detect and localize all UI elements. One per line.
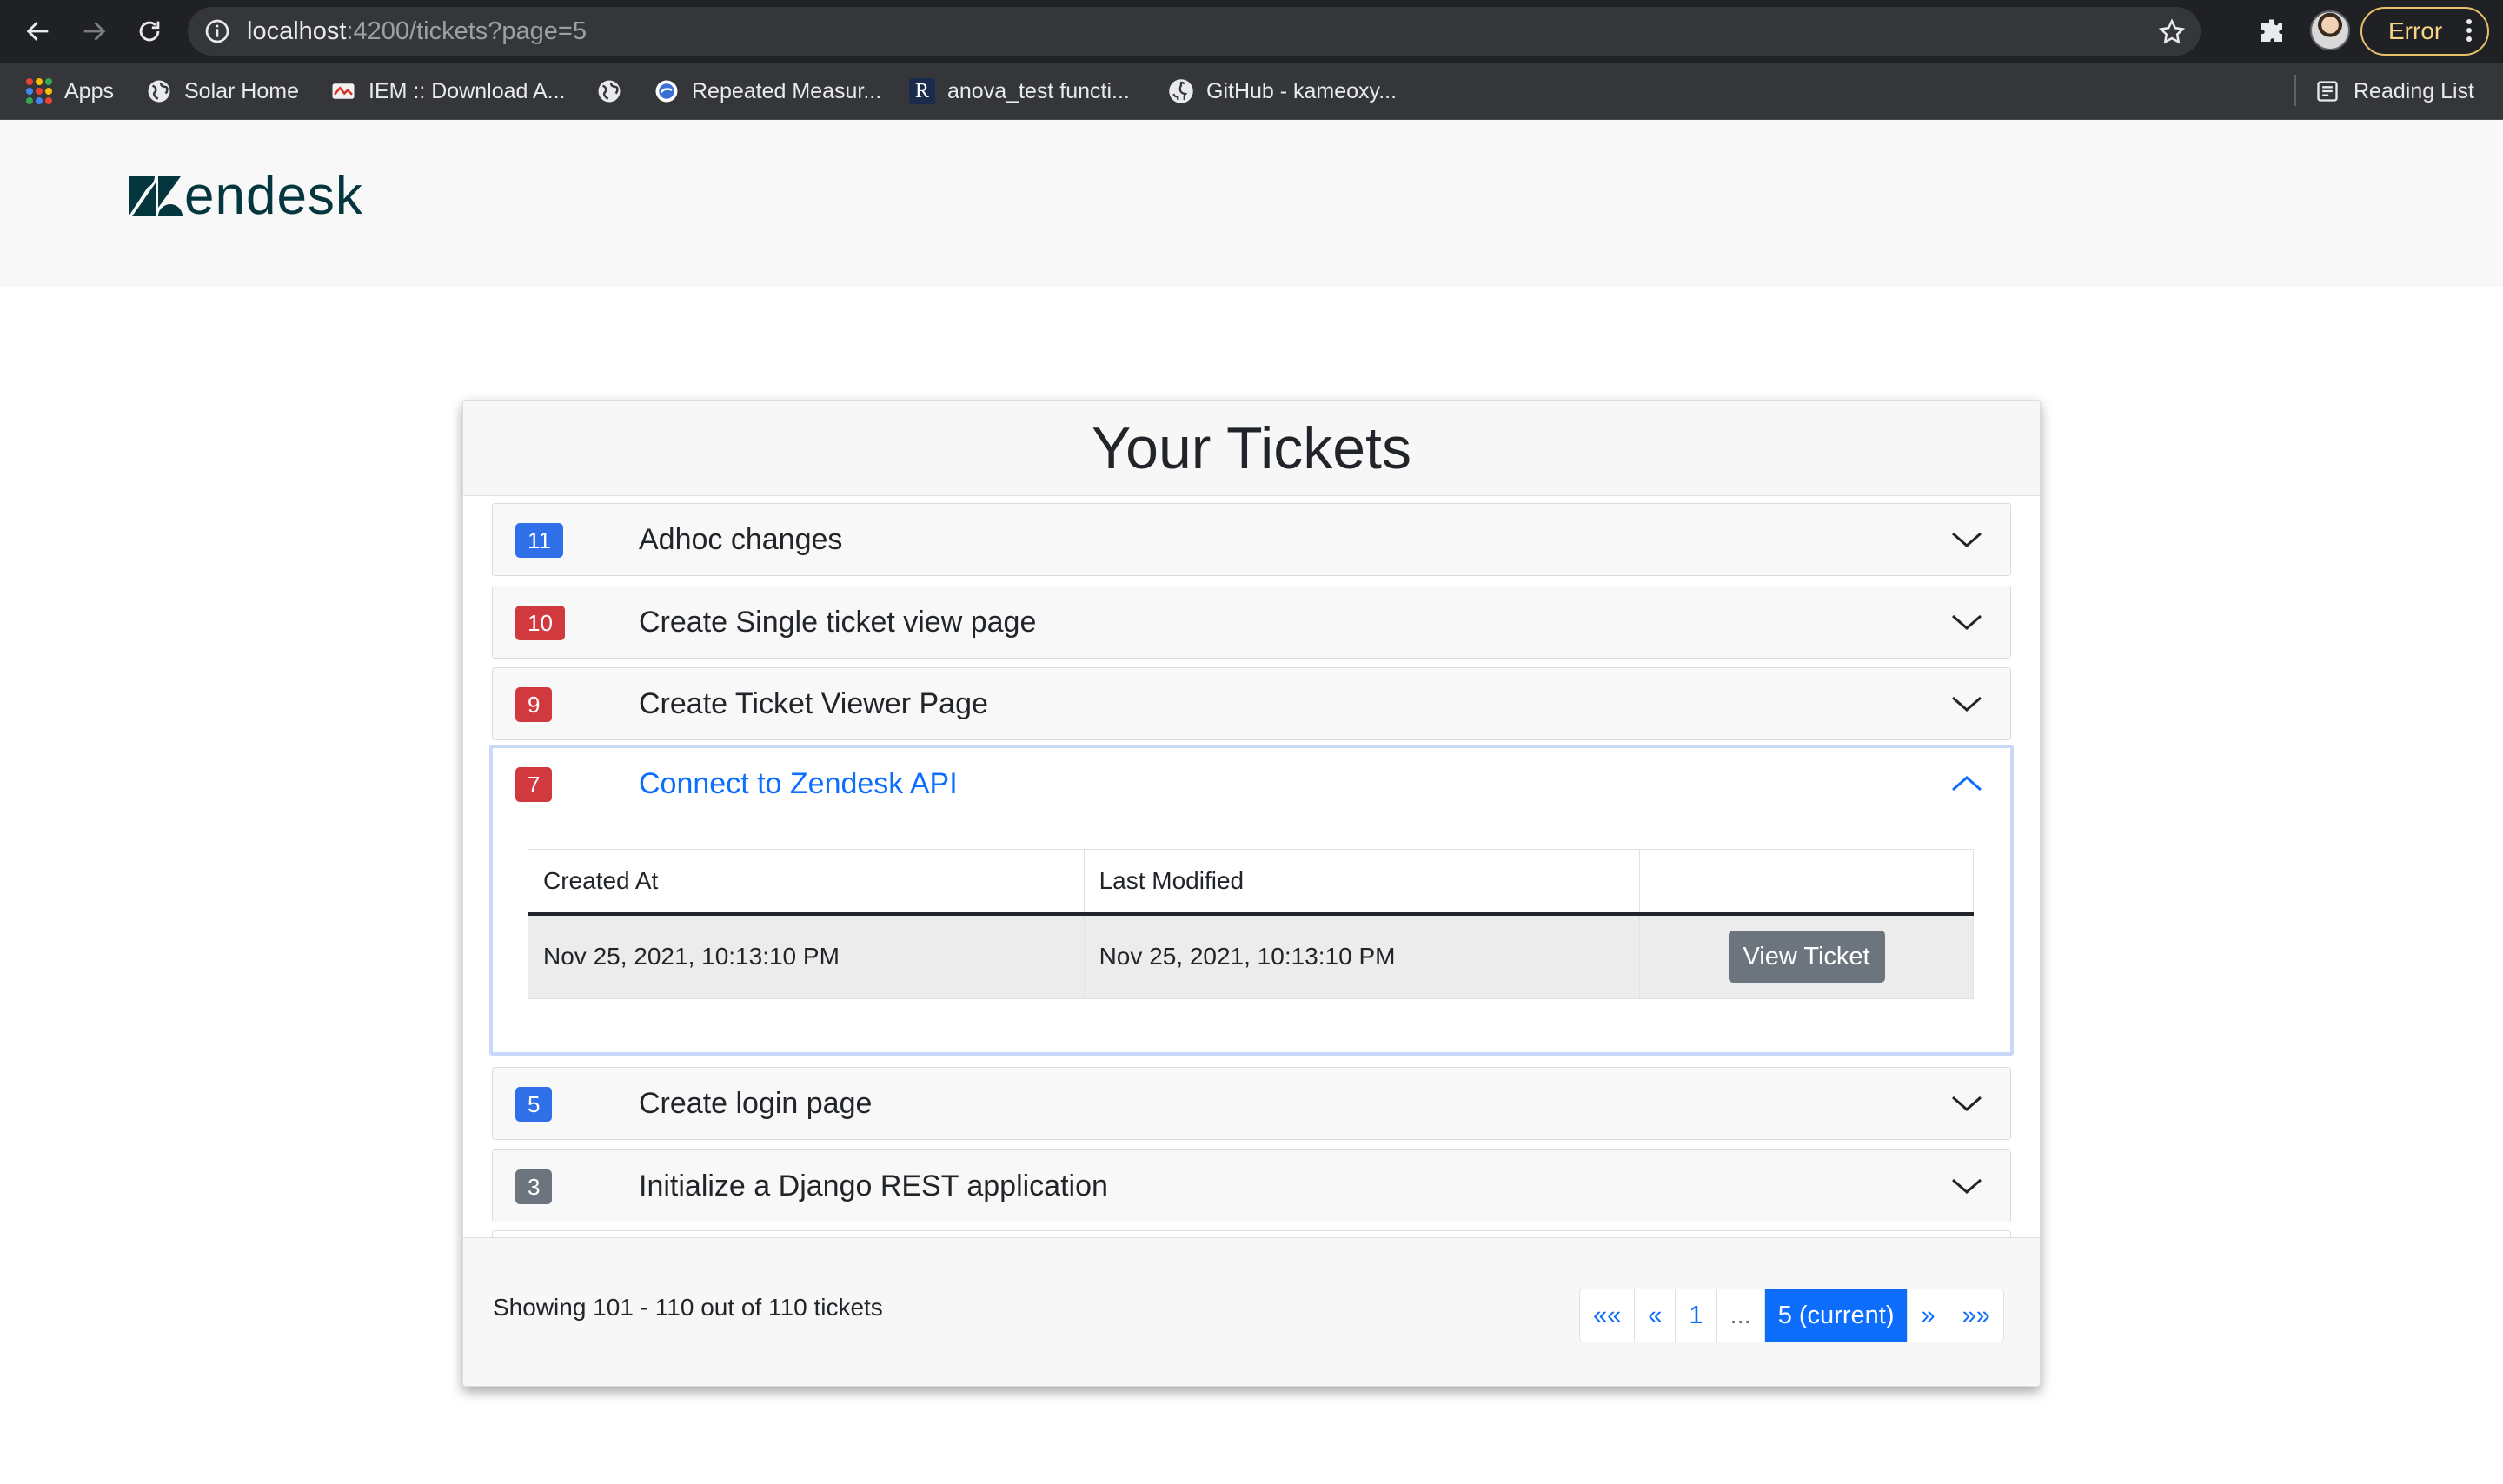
bookmark-apps[interactable]: Apps	[26, 63, 114, 120]
chevron-down-icon	[1952, 1178, 1982, 1194]
ticket-accordion-item: 3 Initialize a Django REST application	[492, 1149, 2011, 1222]
pagination: «« « 1 ... 5 (current) » »»	[1579, 1289, 2004, 1342]
ticket-id-badge: 7	[515, 767, 553, 802]
ticket-id-badge: 5	[515, 1087, 553, 1122]
ticket-subject: Create Single ticket view page	[639, 606, 1037, 639]
bookmarks-divider	[2294, 75, 2296, 106]
back-button[interactable]	[19, 12, 57, 50]
bookmark-github[interactable]: GitHub - kameoxy...	[1168, 63, 1397, 120]
ticket-accordion-item: 5 Create login page	[492, 1067, 2011, 1140]
card-footer: Showing 101 - 110 out of 110 tickets «« …	[463, 1237, 2040, 1386]
view-ticket-button[interactable]: View Ticket	[1728, 931, 1885, 984]
page-title: Your Tickets	[1092, 415, 1411, 481]
zendesk-logo[interactable]: endesk	[127, 166, 363, 226]
ticket-accordion-item: 11 Adhoc changes	[492, 503, 2011, 576]
chevron-up-icon	[1952, 776, 1982, 792]
page-current-button[interactable]: 5 (current)	[1764, 1289, 1909, 1342]
iem-favicon-icon	[332, 83, 355, 99]
last-modified-cell: Nov 25, 2021, 10:13:10 PM	[1083, 913, 1641, 999]
forward-button[interactable]	[75, 12, 113, 50]
chevron-down-icon	[1952, 696, 1982, 712]
bookmark-anova-test[interactable]: R anova_test functi...	[909, 63, 1130, 120]
bookmark-label: Solar Home	[184, 78, 299, 103]
url-text[interactable]: localhost:4200/tickets?page=5	[247, 7, 587, 56]
pagination-summary: Showing 101 - 110 out of 110 tickets	[493, 1294, 883, 1321]
profile-error-label: Error	[2388, 17, 2443, 44]
ticket-accordion-header[interactable]: 11 Adhoc changes	[493, 504, 2010, 575]
bookmark-label: anova_test functi...	[947, 78, 1130, 103]
ticket-subject: Adhoc changes	[639, 523, 843, 556]
bookmark-label: IEM :: Download A...	[368, 78, 566, 103]
ticket-accordion-header[interactable]: 9 Create Ticket Viewer Page	[493, 668, 2010, 739]
ticket-subject: Connect to Zendesk API	[639, 767, 958, 800]
globe-icon	[148, 80, 170, 103]
column-header-created-at: Created At	[528, 849, 1085, 916]
column-header-last-modified: Last Modified	[1083, 849, 1641, 916]
extensions-puzzle-icon[interactable]	[2256, 16, 2287, 47]
ticket-accordion-header[interactable]: 5 Create login page	[493, 1068, 2010, 1139]
site-favicon-icon	[655, 80, 678, 103]
ticket-accordion-item-expanded: 7 Connect to Zendesk API Created At Last…	[489, 745, 2014, 1056]
ticket-id-badge: 10	[515, 606, 565, 640]
chevron-down-icon	[1952, 1096, 1982, 1111]
page-ellipsis: ...	[1716, 1289, 1765, 1342]
reading-list-label: Reading List	[2354, 78, 2474, 103]
profile-error-button[interactable]: Error	[2360, 7, 2489, 56]
ticket-accordion-header[interactable]: 7 Connect to Zendesk API	[493, 748, 2010, 819]
chevron-down-icon	[1952, 614, 1982, 630]
reload-button[interactable]	[130, 12, 169, 50]
zendesk-z-logo-icon	[129, 176, 183, 216]
logo-wordmark: endesk	[184, 166, 363, 226]
reading-list-button[interactable]: Reading List	[2315, 63, 2474, 120]
bookmark-iem-download[interactable]: IEM :: Download A...	[330, 63, 566, 120]
apps-grid-icon	[26, 78, 52, 104]
ticket-accordion-header[interactable]: 10 Create Single ticket view page	[493, 586, 2010, 658]
address-bar[interactable]: localhost:4200/tickets?page=5	[188, 7, 2201, 56]
card-header: Your Tickets	[463, 401, 2040, 496]
bookmark-label: GitHub - kameoxy...	[1206, 78, 1398, 103]
more-vert-icon	[2466, 19, 2472, 43]
bookmarks-bar: Apps Solar Home IEM :: Download A... Rep…	[0, 63, 2503, 120]
table-row: Nov 25, 2021, 10:13:10 PM Nov 25, 2021, …	[528, 913, 1974, 999]
actions-cell: View Ticket	[1639, 913, 1974, 999]
browser-toolbar: localhost:4200/tickets?page=5 Error	[0, 0, 2503, 63]
created-at-cell: Nov 25, 2021, 10:13:10 PM	[528, 913, 1085, 999]
page-previous-button[interactable]: «	[1635, 1289, 1676, 1342]
ticket-accordion-item: 10 Create Single ticket view page	[492, 586, 2011, 659]
column-header-actions	[1639, 849, 1974, 916]
arrow-left-icon	[26, 22, 49, 41]
site-header: endesk	[0, 120, 2503, 287]
bookmark-star-icon[interactable]	[2157, 17, 2187, 47]
ticket-id-badge: 9	[515, 687, 553, 722]
globe-icon	[598, 80, 621, 103]
bookmark-label: Apps	[64, 78, 114, 103]
page-first-button[interactable]: ««	[1580, 1289, 1636, 1342]
tickets-card: Your Tickets 11 Adhoc changes 10 Create …	[462, 400, 2041, 1387]
github-icon	[1169, 79, 1193, 103]
ticket-subject: Create Ticket Viewer Page	[639, 687, 988, 720]
info-icon[interactable]	[203, 17, 231, 45]
ticket-subject: Create login page	[639, 1087, 873, 1120]
page-last-button[interactable]: »»	[1949, 1289, 2003, 1342]
bookmark-globe[interactable]	[596, 63, 634, 120]
arrow-right-icon	[83, 22, 106, 41]
bookmark-repeated-measures[interactable]: Repeated Measur...	[654, 63, 881, 120]
ticket-id-badge: 3	[515, 1169, 553, 1204]
profile-avatar[interactable]	[2310, 10, 2350, 50]
bookmark-solar-home[interactable]: Solar Home	[146, 63, 299, 120]
reload-icon	[139, 21, 160, 42]
chevron-down-icon	[1952, 532, 1982, 547]
bookmark-label: Repeated Measur...	[692, 78, 882, 103]
ticket-subject: Initialize a Django REST application	[639, 1169, 1108, 1202]
ticket-accordion-item: 9 Create Ticket Viewer Page	[492, 667, 2011, 740]
table-header-row: Created At Last Modified	[528, 849, 1974, 916]
page-next-button[interactable]: »	[1908, 1289, 1949, 1342]
ticket-accordion-header[interactable]: 3 Initialize a Django REST application	[493, 1150, 2010, 1222]
page-1-button[interactable]: 1	[1676, 1289, 1717, 1342]
reading-list-icon	[2317, 81, 2338, 102]
ticket-id-badge: 11	[515, 523, 563, 558]
r-favicon-icon: R	[909, 78, 935, 104]
ticket-detail-table: Created At Last Modified Nov 25, 2021, 1…	[528, 849, 1974, 999]
